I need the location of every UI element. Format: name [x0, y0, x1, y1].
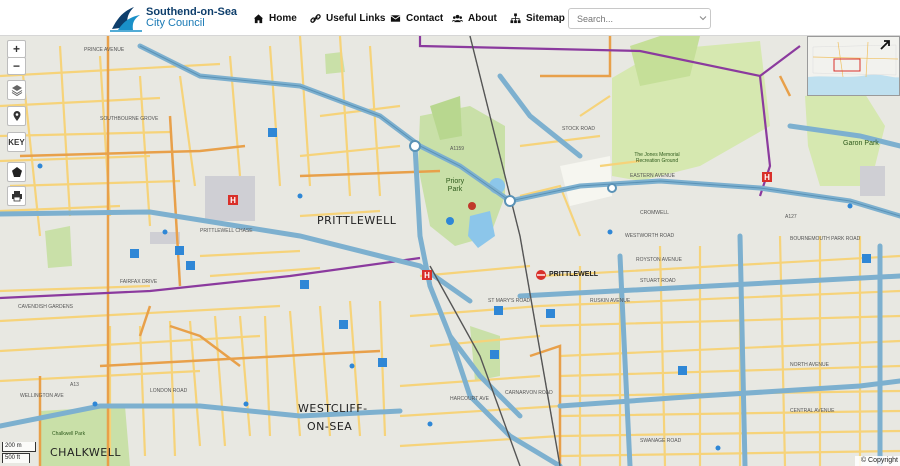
station-icon: [536, 270, 546, 280]
road-label: CENTRAL AVENUE: [790, 408, 835, 414]
map-key-button[interactable]: KEY: [7, 132, 26, 152]
map-app: Southend-on-Sea City Council Home Useful…: [0, 0, 900, 466]
nav-home[interactable]: Home: [253, 10, 297, 26]
map-marker-icon: [13, 111, 20, 121]
road-label: WELLINGTON AVE: [20, 393, 64, 399]
nav-sitemap[interactable]: Sitemap: [510, 10, 565, 26]
road-label: EASTERN AVENUE: [630, 173, 675, 179]
area-label-on-sea: ON-SEA: [307, 420, 353, 433]
area-label-chalkwell: CHALKWELL: [50, 446, 122, 459]
scale-metric: 200 m: [2, 442, 36, 452]
envelope-icon: [390, 14, 401, 22]
home-icon: [253, 13, 264, 23]
svg-text:H: H: [424, 271, 430, 280]
nav-contact-label: Contact: [406, 12, 444, 24]
svg-text:H: H: [230, 196, 236, 205]
hospital-icon: H: [228, 195, 238, 205]
road-label: PRINCE AVENUE: [84, 47, 125, 53]
road-label: NORTH AVENUE: [790, 362, 829, 368]
area-label-prittlewell: PRITTLEWELL: [317, 214, 397, 227]
scale-imperial: 500 ft: [2, 453, 30, 463]
nav-useful-links[interactable]: Useful Links: [310, 10, 385, 26]
nav-useful-links-label: Useful Links: [326, 12, 386, 24]
layers-icon: [11, 85, 22, 96]
road-label: WESTWORTH ROAD: [625, 233, 675, 239]
road-label: A13: [70, 382, 79, 388]
sitemap-icon: [510, 12, 521, 23]
road-label: STUART ROAD: [640, 278, 676, 284]
park-label-chalkwell: Chalkwell Park: [52, 431, 86, 437]
road-label: CARNARVON ROAD: [505, 390, 553, 396]
road-label: STOCK ROAD: [562, 126, 595, 132]
road-label: CROMWELL: [640, 210, 669, 216]
council-logo[interactable]: Southend-on-Sea City Council: [108, 3, 238, 33]
road-label: A1159: [450, 146, 465, 152]
road-label: LONDON ROAD: [150, 388, 188, 394]
expand-arrow-icon[interactable]: [879, 39, 891, 51]
nav-sitemap-label: Sitemap: [526, 12, 565, 24]
pentagon-icon: [11, 167, 22, 177]
printer-icon: [11, 191, 22, 202]
road-label: A127: [785, 214, 797, 220]
road-label: HARCOURT AVE: [450, 396, 489, 402]
park-label-jones-memorial: The Jones Memorial Recreation Ground: [634, 152, 680, 164]
nav-about-label: About: [468, 12, 497, 24]
hospital-icon: H: [422, 270, 432, 280]
draw-shape-button[interactable]: [7, 162, 26, 182]
road-label: RUSKIN AVENUE: [590, 298, 631, 304]
chevron-down-icon[interactable]: [699, 14, 707, 22]
park-label-garon: Garon Park: [843, 140, 879, 147]
header-bar: Southend-on-Sea City Council Home Useful…: [0, 0, 900, 36]
nav-contact[interactable]: Contact: [390, 10, 443, 26]
station-label-prittlewell: PRITTLEWELL: [549, 271, 598, 278]
layers-button[interactable]: [7, 80, 26, 100]
area-label-westcliff: WESTCLIFF-: [298, 402, 368, 415]
zoom-out-button[interactable]: −: [7, 57, 26, 75]
copyright-notice[interactable]: © Copyright: [855, 456, 900, 466]
search-input[interactable]: [568, 8, 711, 29]
link-icon: [310, 13, 321, 23]
swan-logo-icon: [110, 7, 142, 32]
print-button[interactable]: [7, 186, 26, 206]
museum-icon: [468, 202, 476, 210]
road-label: ST MARY'S ROAD: [488, 298, 531, 304]
map-canvas[interactable]: H H H PRITTLEWELL WESTCLIFF- ON-SEA CHAL…: [0, 36, 900, 466]
users-icon: [452, 14, 463, 22]
scale-bar: 200 m 500 ft: [2, 442, 40, 464]
road-label: CAVENDISH GARDENS: [18, 304, 73, 310]
location-pin-button[interactable]: [7, 106, 26, 126]
park-label-priory: Priory Park: [445, 178, 465, 193]
road-label: SOUTHBOURNE GROVE: [100, 116, 159, 122]
road-label: BOURNEMOUTH PARK ROAD: [790, 236, 861, 242]
road-label: SWANAGE ROAD: [640, 438, 682, 444]
svg-text:H: H: [764, 173, 770, 182]
nav-home-label: Home: [269, 12, 297, 24]
road-label: ROYSTON AVENUE: [636, 257, 682, 263]
hospital-icon: H: [762, 172, 772, 182]
nav-about[interactable]: About: [452, 10, 497, 26]
road-label: PRITTLEWELL CHASE: [200, 228, 253, 234]
logo-subtitle: City Council: [146, 17, 205, 29]
zoom-in-button[interactable]: +: [7, 40, 26, 58]
road-label: FAIRFAX DRIVE: [120, 279, 158, 285]
